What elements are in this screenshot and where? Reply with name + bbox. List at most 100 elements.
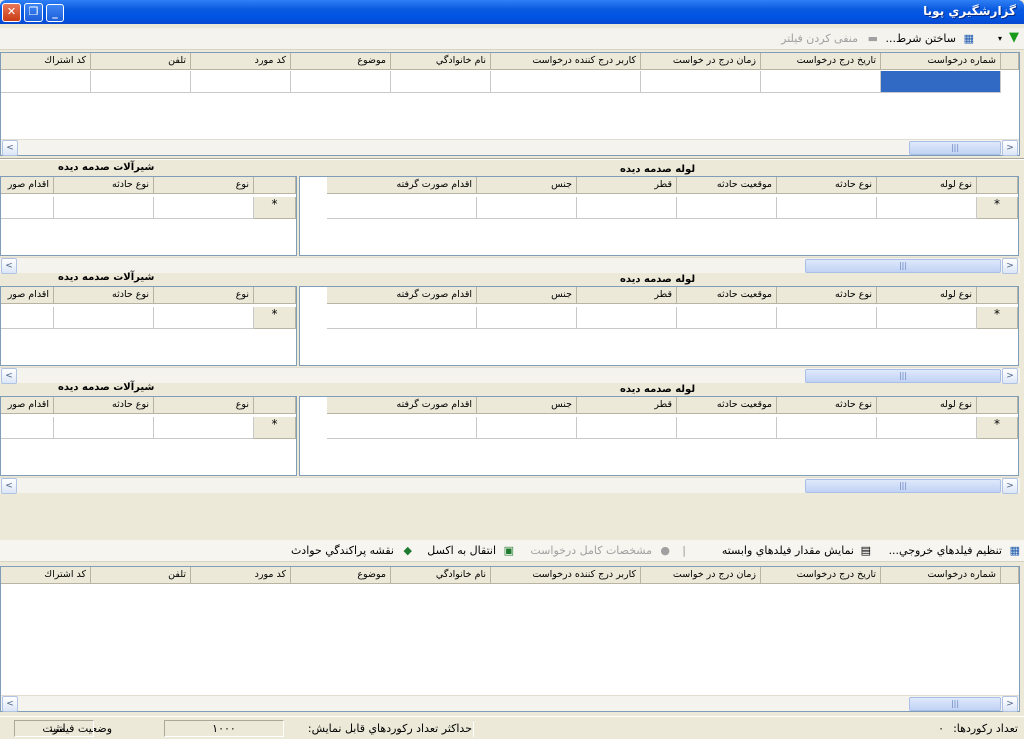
grid-cell[interactable] [1,71,91,93]
damaged-valve-grid[interactable]: نوع نوع حادثه اقدام صور * [0,176,297,256]
new-row-cell[interactable] [1,197,54,219]
new-row-cell[interactable] [677,417,777,439]
scroll-thumb[interactable]: ||| [909,697,1001,711]
grid-cell[interactable] [641,71,761,93]
new-row-cell[interactable] [1,307,54,329]
grid-cell[interactable] [881,71,1001,93]
scroll-left-button[interactable]: < [1,368,17,384]
column-header[interactable]: كد مورد [191,53,291,70]
column-header[interactable]: زمان درج در خواست [641,53,761,70]
scroll-left-button[interactable]: < [1,478,17,494]
grid-cell[interactable] [91,71,191,93]
damaged-valve-grid[interactable]: نوع نوع حادثه اقدام صور * [0,286,297,366]
column-header[interactable]: قطر [577,287,677,304]
column-header[interactable]: جنس [477,397,577,414]
show-dependent-fields-button[interactable]: نمايش مقدار فيلدهاي وابسته [722,544,854,557]
scroll-thumb[interactable]: ||| [805,479,1001,493]
column-header[interactable]: اقدام صورت گرفته [327,287,477,304]
scroll-left-button[interactable]: < [2,140,18,156]
column-header[interactable]: موضوع [291,567,391,584]
build-filter-button[interactable]: ساختن شرط... [885,32,956,45]
column-header[interactable]: نام خانوادگي [391,53,491,70]
column-header[interactable]: نوع [154,287,254,304]
new-row-cell[interactable] [477,307,577,329]
column-header[interactable]: اقدام صور [1,397,54,414]
column-header[interactable]: قطر [577,397,677,414]
grid-cell[interactable] [761,71,881,93]
column-header[interactable]: كد اشتراك [1,567,91,584]
close-button[interactable]: ✕ [2,3,21,22]
column-header[interactable]: اقدام صورت گرفته [327,397,477,414]
column-header[interactable]: كاربر درج كننده درخواست [491,53,641,70]
column-header[interactable]: نوع حادثه [54,397,154,414]
new-row-cell[interactable] [777,197,877,219]
grid-cell[interactable] [191,71,291,93]
column-header[interactable]: موقعيت حادثه [677,397,777,414]
scroll-right-button[interactable]: > [1002,140,1018,156]
column-header[interactable]: جنس [477,177,577,194]
column-header[interactable]: اقدام صور [1,177,54,194]
new-row-cell[interactable] [327,417,477,439]
new-row-cell[interactable] [54,417,154,439]
horizontal-scrollbar[interactable]: < ||| > [1,139,1019,156]
column-header[interactable]: نوع حادثه [54,177,154,194]
new-row-cell[interactable] [154,197,254,219]
column-header[interactable]: موقعيت حادثه [677,287,777,304]
damaged-pipe-grid[interactable]: نوع لوله نوع حادثه موقعيت حادثه قطر جنس اقدام… [299,396,1019,476]
column-header[interactable]: جنس [477,287,577,304]
column-header[interactable]: موقعيت حادثه [677,177,777,194]
column-header[interactable]: نام خانوادگي [391,567,491,584]
new-row-cell[interactable] [1,417,54,439]
column-header[interactable]: كاربر درج كننده درخواست [491,567,641,584]
scroll-right-button[interactable]: > [1002,696,1018,712]
grid-cell[interactable] [291,71,391,93]
output-fields-button[interactable]: تنظيم فيلدهاي خروجي... [889,544,1002,557]
column-header[interactable]: موضوع [291,53,391,70]
requests-grid[interactable]: شماره درخواست تاريخ درج درخواست زمان درج د… [0,52,1020,156]
new-row-cell[interactable] [777,307,877,329]
results-horizontal-scrollbar[interactable]: < ||| > [1,695,1019,712]
new-row-cell[interactable] [577,417,677,439]
column-header[interactable]: كد اشتراك [1,53,91,70]
scroll-thumb[interactable]: ||| [909,141,1001,155]
new-row-cell[interactable] [577,197,677,219]
column-header[interactable]: كد مورد [191,567,291,584]
column-header[interactable]: شماره درخواست [881,567,1001,584]
column-header[interactable]: زمان درج در خواست [641,567,761,584]
column-header[interactable]: نوع حادثه [777,397,877,414]
column-header[interactable]: اقدام صور [1,287,54,304]
column-header[interactable]: اقدام صورت گرفته [327,177,477,194]
scroll-left-button[interactable]: < [1,258,17,274]
full-details-button[interactable]: مشخصات کامل درخواست [530,544,652,557]
scroll-right-button[interactable]: > [1002,478,1018,494]
column-header[interactable]: تلفن [91,53,191,70]
new-row-cell[interactable] [477,417,577,439]
column-header[interactable]: نوع [154,177,254,194]
new-row-cell[interactable] [777,417,877,439]
restore-button[interactable]: ❐ [24,3,43,22]
new-row-cell[interactable] [54,197,154,219]
minimize-button[interactable]: _ [46,4,64,22]
damaged-valve-grid[interactable]: نوع نوع حادثه اقدام صور * [0,396,297,476]
filter-icon[interactable]: ▼ [1009,30,1019,45]
damaged-pipe-grid[interactable]: نوع لوله نوع حادثه موقعيت حادثه قطر جنس اقدام… [299,286,1019,366]
new-row-cell[interactable] [154,417,254,439]
scroll-left-button[interactable]: < [2,696,18,712]
panel-horizontal-scrollbar[interactable]: < ||| > [0,477,1020,494]
panel-horizontal-scrollbar[interactable]: < ||| > [0,367,1020,384]
title-bar[interactable]: گزارشگيري پويا ✕ ❐ _ [0,0,1024,24]
column-header[interactable]: شماره درخواست [881,53,1001,70]
new-row-cell[interactable] [677,307,777,329]
new-row-cell[interactable] [877,417,977,439]
new-row-cell[interactable] [477,197,577,219]
scroll-thumb[interactable]: ||| [805,369,1001,383]
new-row-cell[interactable] [877,197,977,219]
column-header[interactable]: نوع لوله [877,397,977,414]
column-header[interactable]: نوع لوله [877,287,977,304]
grid-cell[interactable] [391,71,491,93]
column-header[interactable]: نوع حادثه [54,287,154,304]
new-row-cell[interactable] [327,197,477,219]
incident-map-button[interactable]: نقشه پراکندگي حوادث [291,544,394,557]
chevron-down-icon[interactable]: ▾ [998,34,1002,43]
grid-cell[interactable] [491,71,641,93]
